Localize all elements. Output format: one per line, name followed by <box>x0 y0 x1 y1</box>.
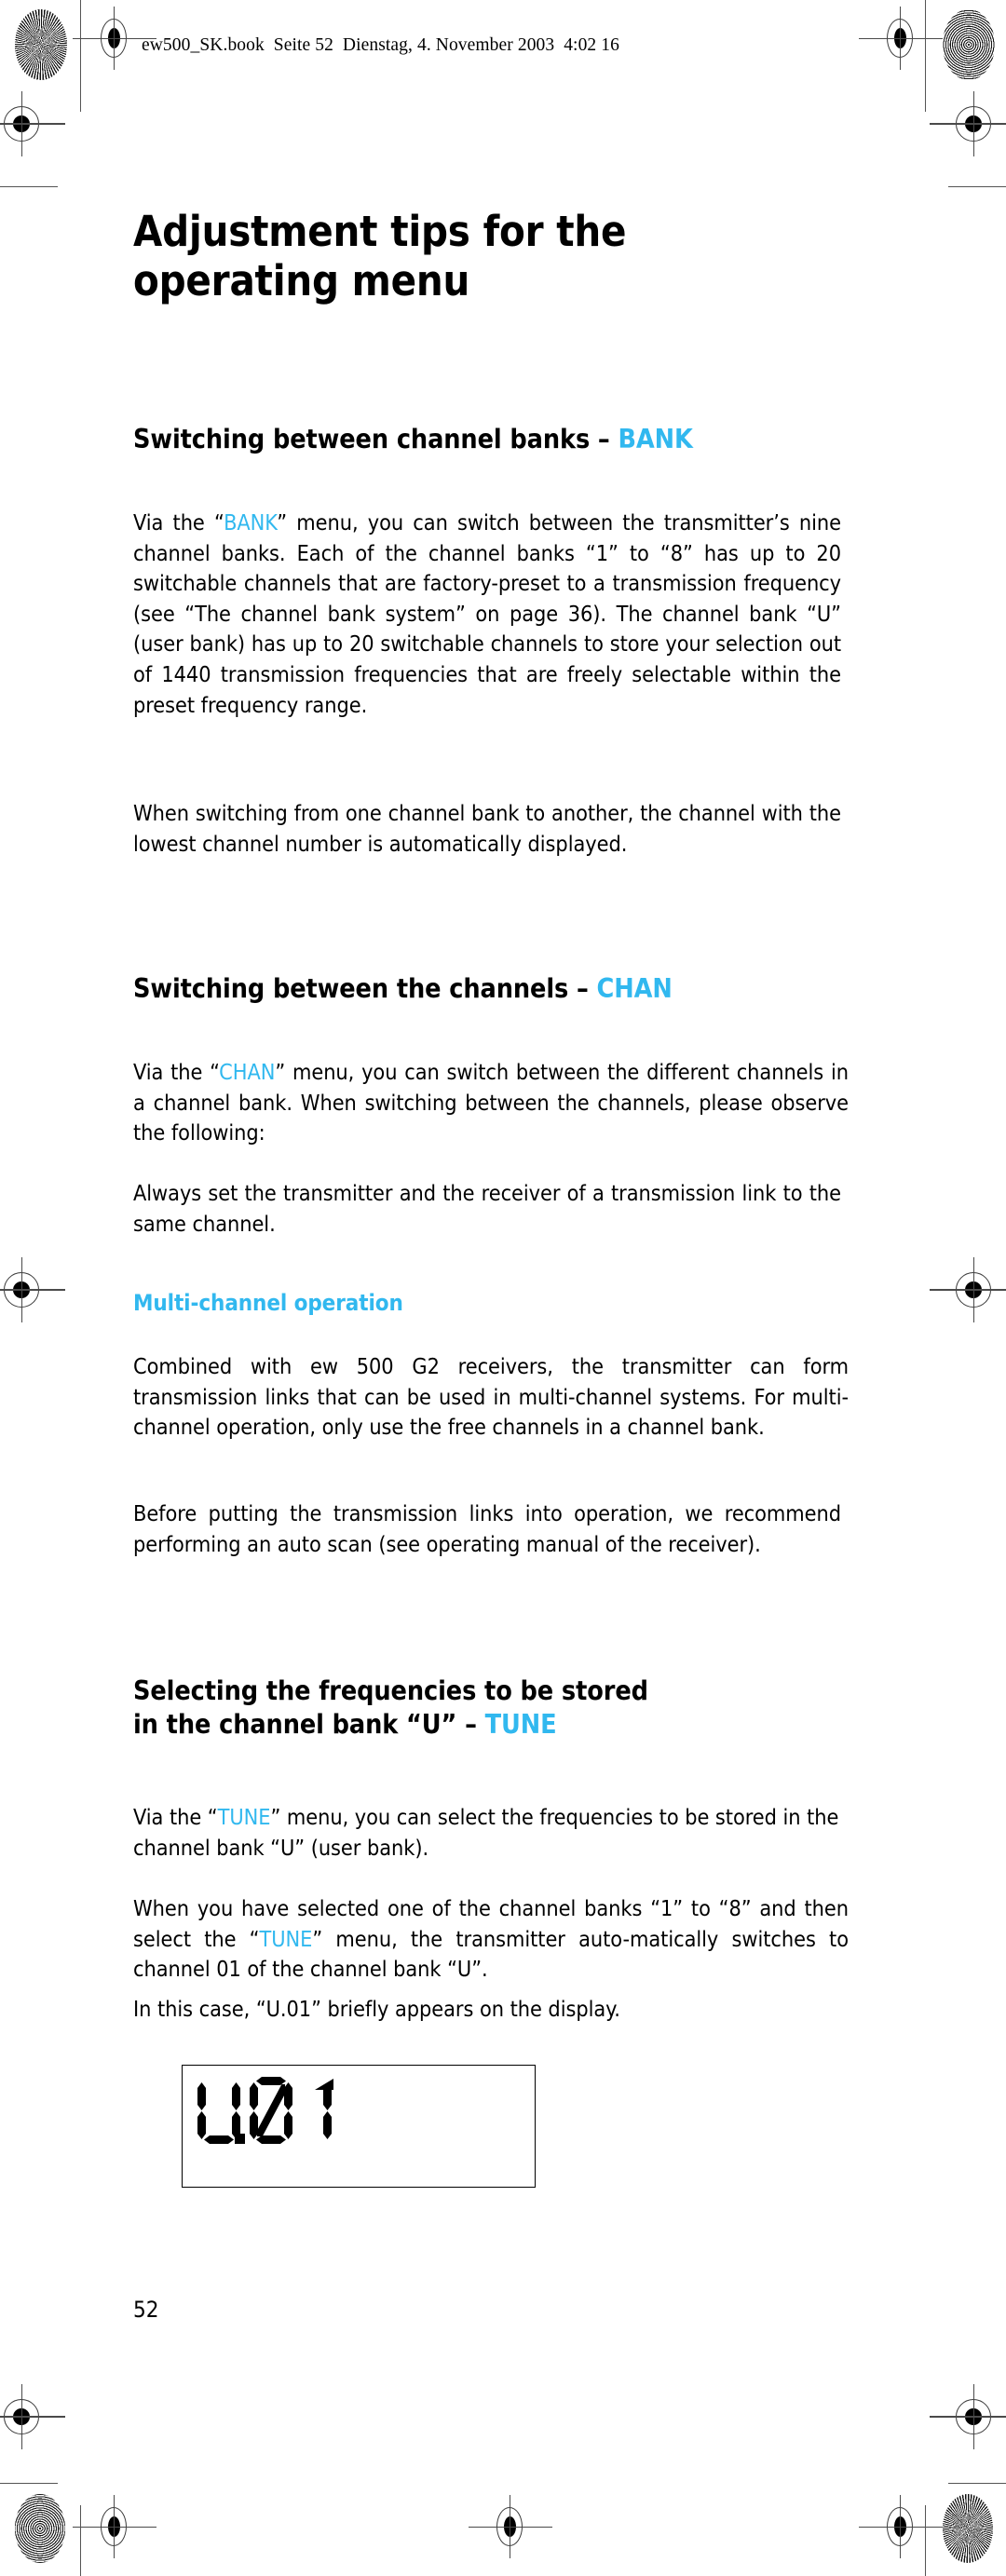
paragraph-tune-1: Via the “TUNE” menu, you can select the … <box>133 1803 849 1864</box>
paragraph-bank-2: When switching from one channel bank to … <box>133 799 841 860</box>
inline-text: Via the “ <box>133 510 224 536</box>
inline-text: When switching from one channel bank to … <box>133 801 841 857</box>
section-heading-bank-accent: BANK <box>618 424 693 454</box>
inline-text: Combined with ew 500 G2 receivers, the t… <box>133 1354 849 1441</box>
trim-line-left <box>80 0 82 112</box>
lcd-digit-zero <box>250 2077 292 2144</box>
paragraph-tune-3: In this case, “U.01” briefly appears on … <box>133 1995 841 2026</box>
trim-rule-top-right <box>948 186 1006 188</box>
section-heading-bank: Switching between channel banks – BANK <box>133 423 860 456</box>
registration-mark-top-left <box>73 7 156 70</box>
page-title-line-1: Adjustment tips for the <box>133 207 627 256</box>
trim-line-bottom-right <box>925 2505 927 2576</box>
inline-text: ” menu, you can switch between the trans… <box>133 510 841 718</box>
registration-mark-crop-top-left <box>0 91 65 156</box>
paragraph-tune-2: When you have selected one of the channe… <box>133 1894 849 1986</box>
trim-rule-bottom-left <box>0 2483 58 2485</box>
trim-line-right <box>925 0 927 112</box>
section-heading-tune-accent: TUNE <box>484 1709 557 1740</box>
lcd-display-figure <box>182 2065 536 2188</box>
moire-mark-bottom-left <box>15 2494 65 2563</box>
lcd-decimal-point <box>235 2134 245 2144</box>
inline-text: Before putting the transmission links in… <box>133 1501 841 1557</box>
inline-accent-term: TUNE <box>217 1805 271 1830</box>
section-heading-chan-text: Switching between the channels – <box>133 973 597 1004</box>
inline-text: Via the “ <box>133 1060 220 1085</box>
book-slug-line: ew500_SK.book Seite 52 Dienstag, 4. Nove… <box>142 35 619 55</box>
starburst-mark-bottom-right <box>943 2494 993 2563</box>
registration-mark-mid-right <box>930 1257 1006 1322</box>
trim-rule-top-left <box>0 186 58 188</box>
paragraph-bank-1: Via the “BANK” menu, you can switch betw… <box>133 508 841 721</box>
registration-mark-crop-top-right <box>930 91 1006 156</box>
trim-line-bottom-left <box>80 2505 82 2576</box>
lcd-digit-one <box>315 2077 333 2144</box>
section-heading-tune-line-1: Selecting the frequencies to be stored <box>133 1675 648 1706</box>
registration-mark-bottom-center <box>469 2495 552 2558</box>
lcd-digit-u <box>197 2077 245 2144</box>
printer-marks-layer <box>0 0 1006 2576</box>
trim-rule-bottom-right <box>948 2483 1006 2485</box>
inline-accent-term: TUNE <box>259 1926 313 1952</box>
lcd-segment-row <box>197 2077 335 2144</box>
inline-accent-term: BANK <box>224 510 278 536</box>
moire-mark-top-right <box>943 9 995 80</box>
paragraph-multi-channel-2: Before putting the transmission links in… <box>133 1499 841 1560</box>
subsection-heading-multi-channel: Multi-channel operation <box>133 1290 403 1316</box>
section-heading-tune-line-2: in the channel bank “U” – <box>133 1709 485 1740</box>
section-heading-bank-text: Switching between channel banks – <box>133 424 619 454</box>
paragraph-multi-channel-1: Combined with ew 500 G2 receivers, the t… <box>133 1352 849 1444</box>
registration-mark-mid-left <box>0 1257 65 1322</box>
page-title: Adjustment tips for the operating menu <box>133 207 841 305</box>
starburst-mark-top-left <box>15 9 67 80</box>
registration-mark-bottom-left <box>73 2495 156 2558</box>
inline-text: In this case, “U.01” briefly appears on … <box>133 1997 620 2022</box>
inline-accent-term: CHAN <box>219 1060 276 1085</box>
page-title-line-2: operating menu <box>133 256 470 305</box>
inline-text: Always set the transmitter and the recei… <box>133 1181 841 1237</box>
registration-mark-crop-bottom-right <box>930 2384 1006 2449</box>
section-heading-tune: Selecting the frequencies to be stored i… <box>133 1674 860 1742</box>
registration-mark-crop-bottom-left <box>0 2384 65 2449</box>
registration-mark-top-right <box>859 7 943 70</box>
section-heading-chan: Switching between the channels – CHAN <box>133 972 860 1006</box>
inline-text: Via the “ <box>133 1805 218 1830</box>
paragraph-chan-1: Via the “CHAN” menu, you can switch betw… <box>133 1058 849 1149</box>
paragraph-chan-2: Always set the transmitter and the recei… <box>133 1179 841 1240</box>
registration-mark-bottom-right <box>859 2495 943 2558</box>
section-heading-chan-accent: CHAN <box>596 973 673 1004</box>
page-number: 52 <box>133 2297 159 2323</box>
